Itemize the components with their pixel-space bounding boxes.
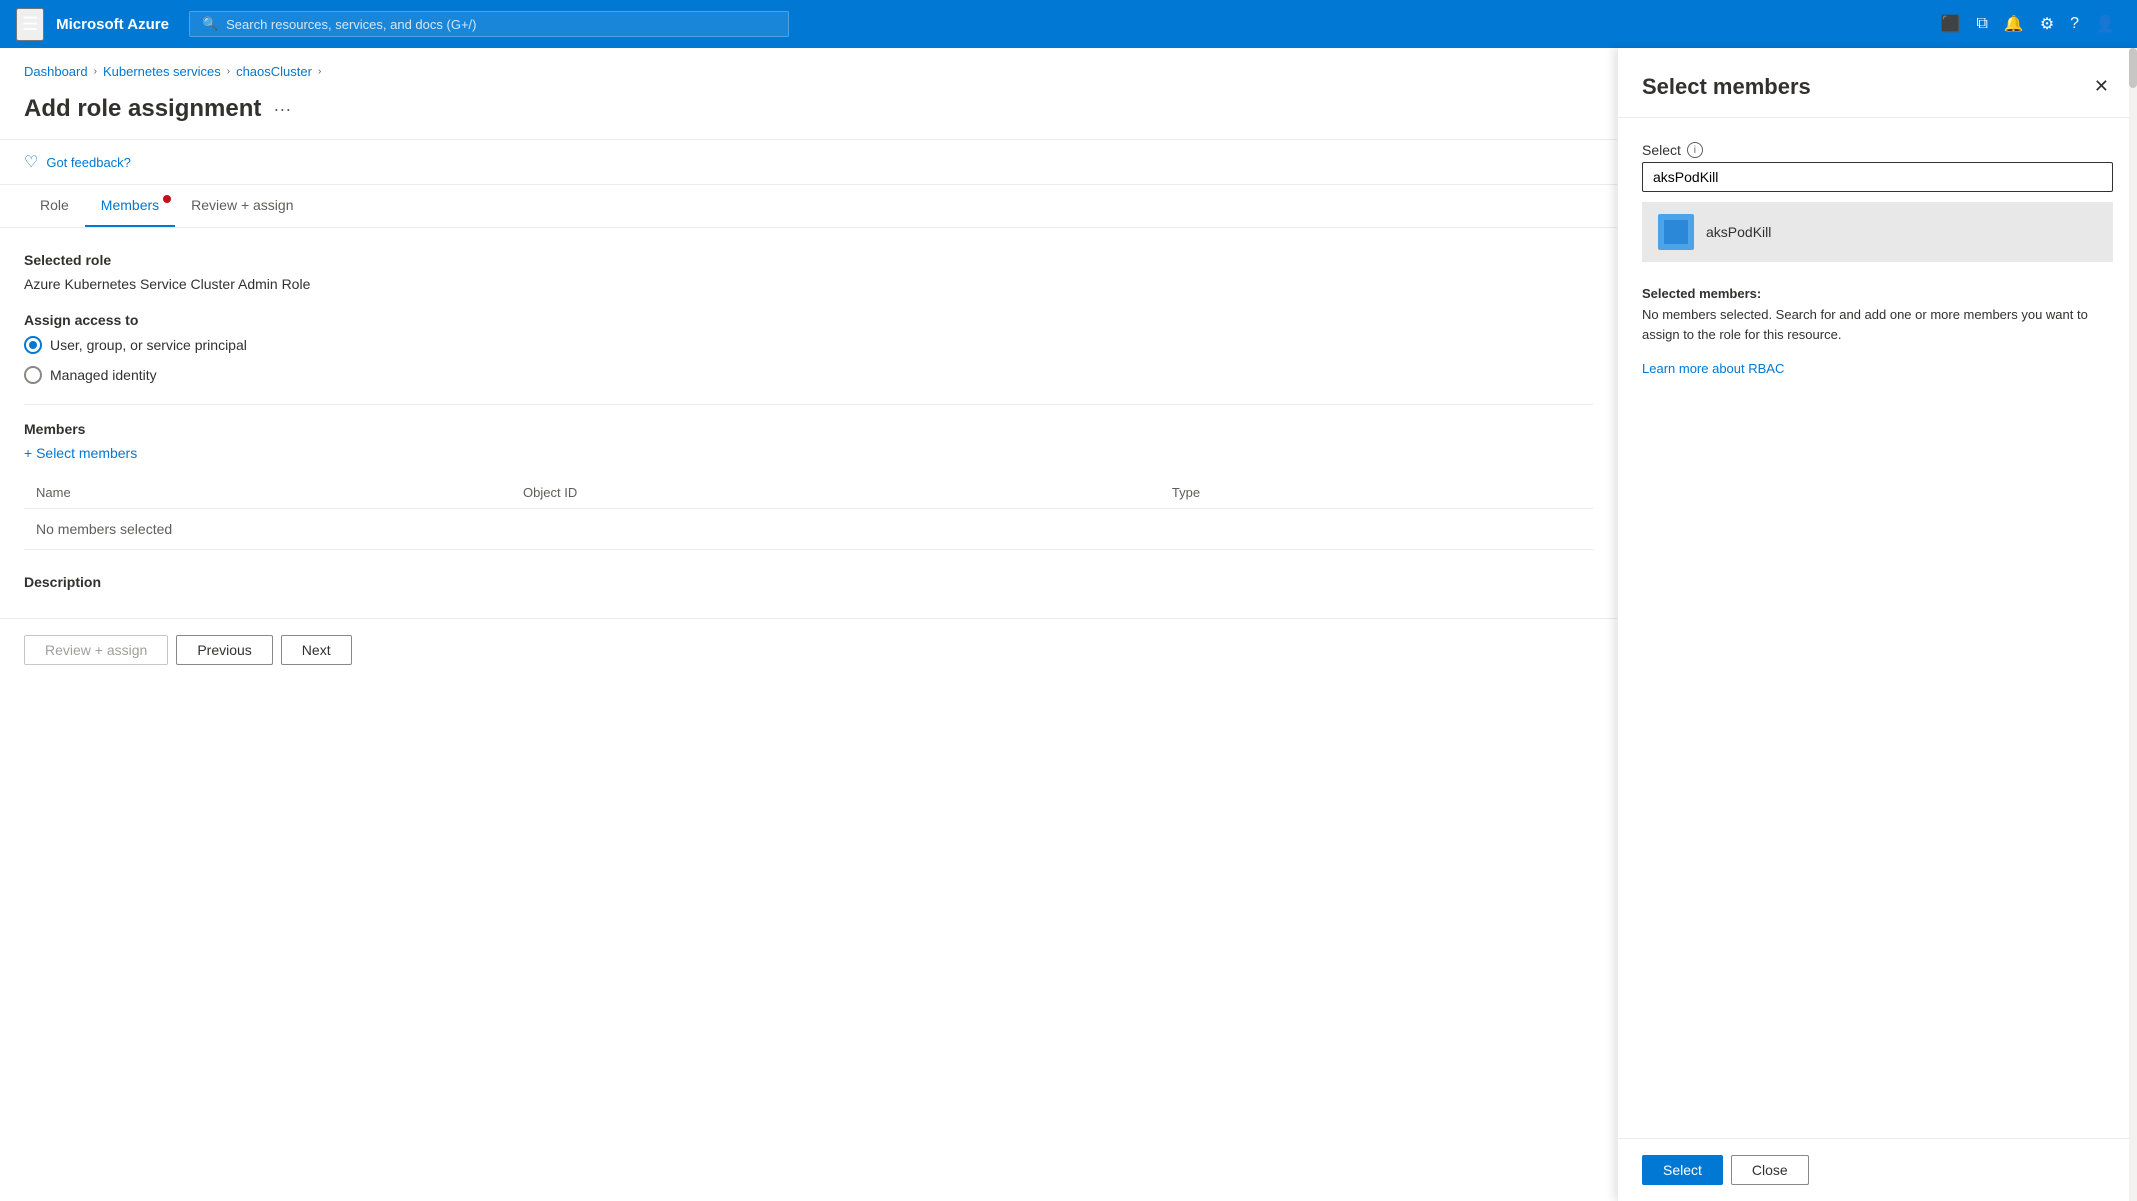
search-input[interactable] <box>226 17 776 32</box>
tab-review-assign[interactable]: Review + assign <box>175 185 309 227</box>
hamburger-menu-button[interactable]: ☰ <box>16 8 44 41</box>
select-search-input[interactable] <box>1642 162 2113 192</box>
form-content: Selected role Azure Kubernetes Service C… <box>0 228 1617 618</box>
azure-logo: Microsoft Azure <box>56 16 169 33</box>
tabs: Role Members Review + assign <box>0 185 1617 228</box>
tab-members-dot <box>163 195 171 203</box>
selected-role-value: Azure Kubernetes Service Cluster Admin R… <box>24 276 1593 292</box>
rbac-link[interactable]: Learn more about RBAC <box>1642 361 1784 376</box>
breadcrumb-kubernetes[interactable]: Kubernetes services <box>103 64 221 79</box>
cloud-shell-button[interactable]: ⬛ <box>1935 8 1967 40</box>
members-table: Name Object ID Type No members selected <box>24 477 1593 550</box>
result-item-akspodkill[interactable]: aksPodKill <box>1642 202 2113 262</box>
page-header: Add role assignment ··· <box>0 87 1617 140</box>
radio-user-group[interactable]: User, group, or service principal <box>24 336 1593 354</box>
selected-role-label: Selected role <box>24 252 1593 268</box>
scroll-thumb[interactable] <box>2129 48 2137 88</box>
col-object-id: Object ID <box>511 477 1160 509</box>
side-panel-select-button[interactable]: Select <box>1642 1155 1723 1185</box>
search-results: aksPodKill <box>1642 202 2113 262</box>
scrollbar <box>2129 48 2137 1201</box>
breadcrumb-dashboard[interactable]: Dashboard <box>24 64 88 79</box>
members-label: Members <box>24 421 1593 437</box>
radio-user-group-indicator <box>24 336 42 354</box>
select-members-link[interactable]: + Select members <box>24 445 1593 461</box>
selected-info: Selected members: No members selected. S… <box>1642 286 2113 376</box>
breadcrumb-sep-1: › <box>94 66 97 77</box>
bottom-bar: Review + assign Previous Next <box>0 618 1617 681</box>
feedback-text[interactable]: Got feedback? <box>46 155 131 170</box>
side-panel-close-button[interactable]: ✕ <box>2090 72 2113 101</box>
side-panel-close-footer-button[interactable]: Close <box>1731 1155 1809 1185</box>
breadcrumb: Dashboard › Kubernetes services › chaosC… <box>0 48 1617 87</box>
topbar-icons: ⬛ ⧉ 🔔 ⚙ ? 👤 <box>1935 8 2121 40</box>
breadcrumb-cluster[interactable]: chaosCluster <box>236 64 312 79</box>
feedback-bar: ♡ Got feedback? <box>0 140 1617 185</box>
side-panel-body: Select i aksPodKill Selected members: No… <box>1618 118 2137 1138</box>
table-row-empty: No members selected <box>24 509 1593 550</box>
help-button[interactable]: ? <box>2064 9 2085 39</box>
breadcrumb-sep-3: › <box>318 66 321 77</box>
radio-managed-identity[interactable]: Managed identity <box>24 366 1593 384</box>
more-options-button[interactable]: ··· <box>273 99 291 120</box>
topbar: ☰ Microsoft Azure 🔍 ⬛ ⧉ 🔔 ⚙ ? 👤 <box>0 0 2137 48</box>
description-label: Description <box>24 574 1593 590</box>
selected-info-title: Selected members: <box>1642 286 2113 301</box>
radio-managed-identity-indicator <box>24 366 42 384</box>
radio-user-group-label: User, group, or service principal <box>50 337 247 353</box>
select-info-icon[interactable]: i <box>1687 142 1703 158</box>
search-icon: 🔍 <box>202 16 218 32</box>
previous-button[interactable]: Previous <box>176 635 272 665</box>
breadcrumb-sep-2: › <box>227 66 230 77</box>
side-panel: Select members ✕ Select i aksPodKill <box>1617 48 2137 1201</box>
side-panel-title: Select members <box>1642 74 1811 100</box>
tab-members[interactable]: Members <box>85 185 175 227</box>
portal-preview-button[interactable]: ⧉ <box>1970 9 1993 39</box>
result-name: aksPodKill <box>1706 224 1771 240</box>
search-bar: 🔍 <box>189 11 789 37</box>
settings-button[interactable]: ⚙ <box>2034 8 2060 40</box>
selected-info-text: No members selected. Search for and add … <box>1642 305 2113 344</box>
page-title: Add role assignment <box>24 95 261 123</box>
col-name: Name <box>24 477 511 509</box>
content-area: Dashboard › Kubernetes services › chaosC… <box>0 48 1617 1201</box>
feedback-heart-icon: ♡ <box>24 152 38 172</box>
radio-managed-identity-label: Managed identity <box>50 367 157 383</box>
empty-row-cell: No members selected <box>24 509 1593 550</box>
divider <box>24 404 1593 405</box>
description-section: Description <box>24 574 1593 590</box>
user-button[interactable]: 👤 <box>2089 8 2121 40</box>
assign-access-label: Assign access to <box>24 312 1593 328</box>
next-button[interactable]: Next <box>281 635 352 665</box>
col-type: Type <box>1160 477 1593 509</box>
tab-role[interactable]: Role <box>24 185 85 227</box>
result-avatar-inner <box>1664 220 1688 244</box>
side-panel-header: Select members ✕ <box>1618 48 2137 118</box>
result-avatar <box>1658 214 1694 250</box>
main-layout: Dashboard › Kubernetes services › chaosC… <box>0 48 2137 1201</box>
notifications-button[interactable]: 🔔 <box>1998 8 2030 40</box>
radio-group: User, group, or service principal Manage… <box>24 336 1593 384</box>
side-panel-footer: Select Close <box>1618 1138 2137 1201</box>
select-label: Select i <box>1642 142 2113 158</box>
review-assign-button: Review + assign <box>24 635 168 665</box>
